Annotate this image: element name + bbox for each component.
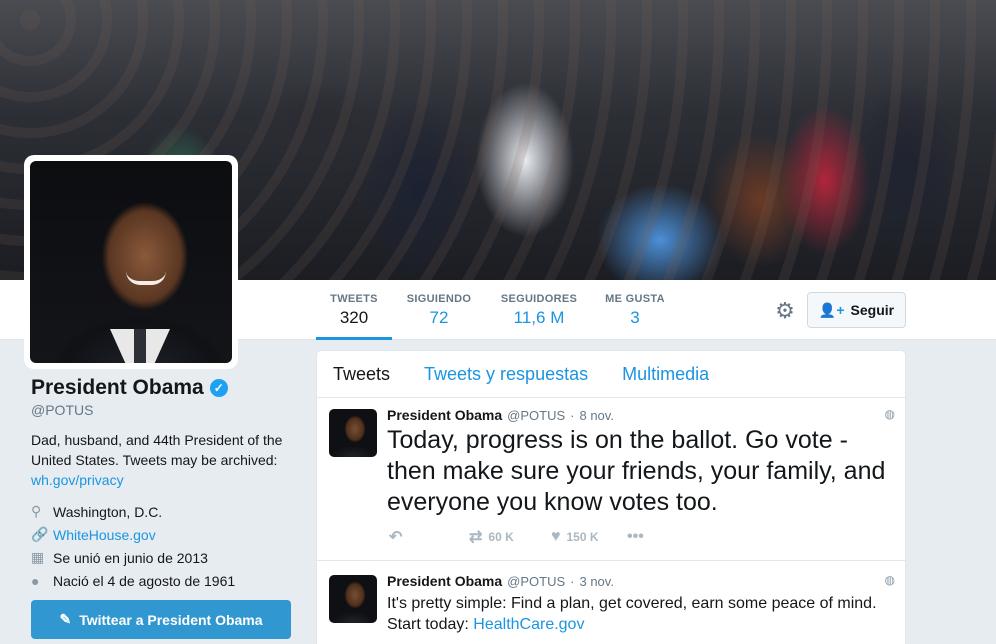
follow-user-icon: 👤+ — [818, 301, 845, 318]
birthday-text: Nació el 4 de agosto de 1961 — [53, 572, 236, 589]
like-count: 150 K — [566, 530, 599, 544]
tweet-text: Today, progress is on the ballot. Go vot… — [387, 426, 886, 516]
tweet-header: President Obama @POTUS · 3 nov. — [387, 573, 614, 589]
website-link[interactable]: WhiteHouse.gov — [53, 527, 156, 543]
joined-text: Se unió en junio de 2013 — [53, 549, 208, 566]
tab-media[interactable]: Multimedia — [622, 364, 709, 385]
gear-icon[interactable]: ⚙ — [771, 297, 799, 325]
profile-bio: Dad, husband, and 44th President of the … — [31, 430, 293, 490]
location-pin-icon: ⚲ — [31, 503, 42, 519]
verified-badge-icon: ✓ — [209, 379, 228, 397]
globe-icon: ◍ — [884, 573, 895, 587]
location-text: Washington, D.C. — [53, 503, 163, 520]
meta-birthday: ● Nació el 4 de agosto de 1961 — [31, 569, 301, 592]
more-icon: ••• — [627, 528, 644, 545]
tweet-author-handle[interactable]: @POTUS — [507, 574, 565, 589]
tweet-date[interactable]: 8 nov. — [579, 408, 613, 423]
calendar-icon: ▦ — [31, 549, 45, 565]
bio-link[interactable]: wh.gov/privacy — [31, 472, 124, 488]
tweet-item[interactable]: President Obama @POTUS · 3 nov. ◍ It's p… — [317, 565, 905, 644]
nav-stat-tweets[interactable]: TWEETS 320 — [316, 280, 392, 340]
balloon-icon: ● — [31, 572, 40, 589]
retweet-icon: ⇄ — [469, 529, 483, 546]
nav-stat-label: TWEETS — [330, 293, 378, 305]
retweet-count: 60 K — [488, 530, 514, 544]
nav-stat-value: 11,6 M — [513, 308, 565, 327]
tweet-date[interactable]: 3 nov. — [579, 574, 613, 589]
tweet-body: It's pretty simple: Find a plan, get cov… — [387, 595, 877, 633]
reply-icon: ↶ — [389, 529, 403, 546]
compose-icon: ✎ — [59, 611, 72, 627]
reply-button[interactable]: ↶ — [389, 527, 469, 547]
nav-stat-label: ME GUSTA — [605, 293, 665, 305]
nav-stat-value: 3 — [630, 308, 640, 327]
like-button[interactable]: ♥ 150 K — [551, 528, 627, 546]
timeline-tabs: Tweets Tweets y respuestas Multimedia — [317, 351, 905, 398]
tweet-avatar[interactable] — [329, 409, 377, 457]
tweet-header: President Obama @POTUS · 8 nov. — [387, 407, 614, 423]
tweet-author-handle[interactable]: @POTUS — [507, 408, 565, 423]
timeline: Tweets Tweets y respuestas Multimedia Pr… — [316, 350, 906, 644]
nav-stat-label: SIGUIENDO — [406, 293, 472, 305]
tweet-separator: · — [570, 408, 575, 423]
tweet-avatar[interactable] — [329, 575, 377, 623]
globe-icon: ◍ — [884, 407, 895, 421]
tweet-author-name[interactable]: President Obama — [387, 407, 502, 423]
nav-stat-likes[interactable]: ME GUSTA 3 — [603, 280, 667, 340]
profile-handle[interactable]: @POTUS — [31, 402, 301, 418]
tab-tweets-replies[interactable]: Tweets y respuestas — [424, 364, 588, 385]
tweet-actions: ↶ ⇄ 60 K ♥ 150 K ••• — [389, 527, 644, 547]
retweet-button[interactable]: ⇄ 60 K — [469, 527, 551, 547]
profile-name[interactable]: President Obama — [31, 376, 204, 400]
tab-tweets[interactable]: Tweets — [333, 364, 390, 385]
heart-icon: ♥ — [551, 528, 561, 545]
follow-button[interactable]: 👤+ Seguir — [807, 292, 906, 328]
profile-avatar[interactable] — [24, 155, 238, 369]
nav-stat-value: 72 — [429, 308, 449, 327]
nav-stat-followers[interactable]: SEGUIDORES 11,6 M — [497, 280, 581, 340]
profile-card: President Obama ✓ @POTUS Dad, husband, a… — [31, 376, 301, 592]
nav-stat-label: SEGUIDORES — [500, 293, 578, 305]
tweet-author-name[interactable]: President Obama — [387, 573, 502, 589]
nav-stat-following[interactable]: SIGUIENDO 72 — [402, 280, 476, 340]
nav-stat-value: 320 — [339, 308, 369, 327]
meta-website: 🔗 WhiteHouse.gov — [31, 523, 301, 546]
tweet-link[interactable]: HealthCare.gov — [473, 616, 584, 633]
tweet-item[interactable]: President Obama @POTUS · 8 nov. ◍ Today,… — [317, 399, 905, 561]
profile-name-row: President Obama ✓ — [31, 376, 301, 400]
more-button[interactable]: ••• — [627, 528, 644, 546]
avatar-image — [30, 161, 232, 363]
follow-button-label: Seguir — [850, 302, 895, 318]
tweet-to-label: Twittear a President Obama — [79, 611, 263, 628]
tweet-to-button[interactable]: ✎ Twittear a President Obama — [31, 600, 291, 639]
meta-joined: ▦ Se unió en junio de 2013 — [31, 546, 301, 569]
bio-text: Dad, husband, and 44th President of the … — [31, 432, 283, 468]
tweet-separator: · — [570, 574, 575, 589]
tweet-text: It's pretty simple: Find a plan, get cov… — [387, 593, 887, 635]
meta-location: ⚲ Washington, D.C. — [31, 500, 301, 523]
profile-meta: ⚲ Washington, D.C. 🔗 WhiteHouse.gov ▦ Se… — [31, 500, 301, 592]
link-icon: 🔗 — [31, 526, 49, 542]
